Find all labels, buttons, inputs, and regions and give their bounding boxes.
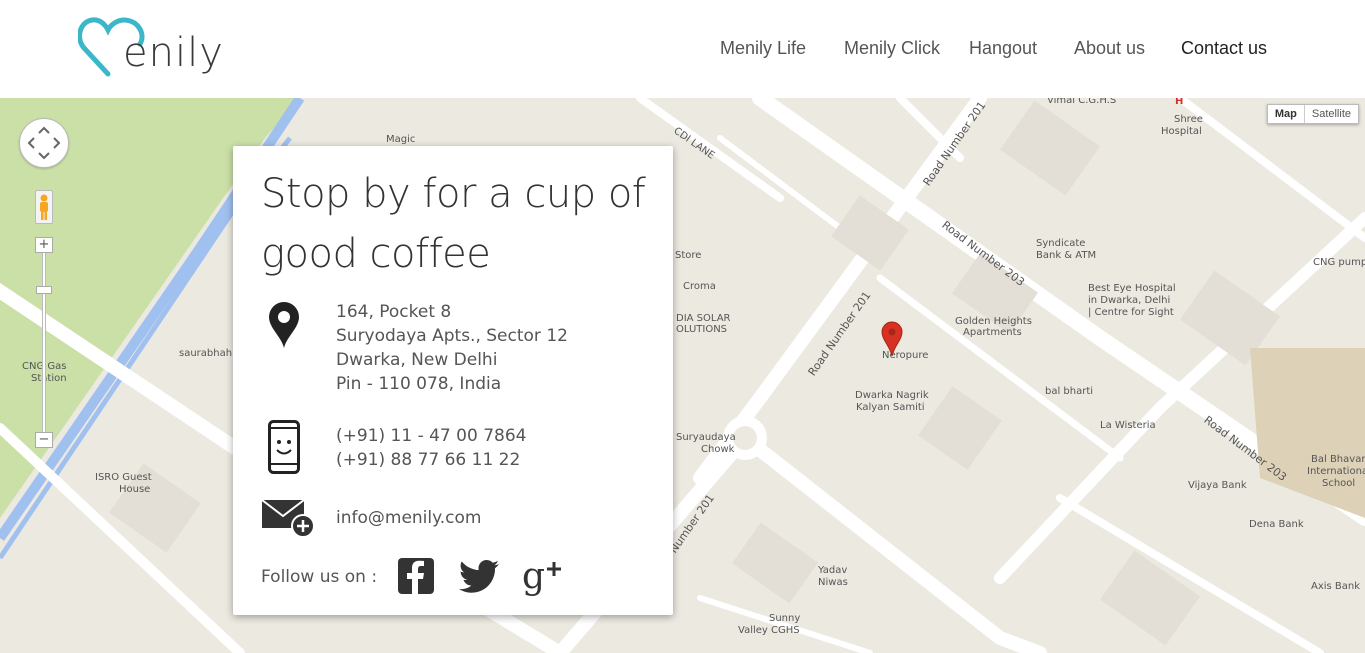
map-label: bal bharti [1045,386,1094,397]
phone-icon [268,420,300,474]
nav-about-us[interactable]: About us [1074,38,1145,59]
location-pin-icon [269,302,299,348]
zoom-out-button[interactable]: − [35,432,53,448]
map-label: Sunny [769,613,801,624]
map-label: Shree [1174,114,1203,125]
nav-menily-life[interactable]: Menily Life [720,38,806,59]
nav-contact-us[interactable]: Contact us [1181,38,1267,59]
phone-numbers: (+91) 11 - 47 00 7864 (+91) 88 77 66 11 … [336,424,526,472]
map-label: Chowk [701,444,735,455]
map-tiles [0,98,1365,653]
card-title: Stop by for a cup of good coffee [261,171,646,277]
map-label: OLUTIONS [676,324,728,335]
phone-number[interactable]: (+91) 88 77 66 11 22 [336,448,526,472]
pan-control-icon [27,126,61,160]
facebook-icon[interactable] [398,558,434,594]
address-line: Suryodaya Apts., Sector 12 [336,326,568,346]
map-label: ISRO Guest [95,472,152,483]
map-type-control: Map Satellite [1266,104,1359,124]
map-label: Dena Bank [1249,519,1304,530]
address: 164, Pocket 8 Suryodaya Apts., Sector 12… [336,300,568,396]
map-label: saurabhah [179,348,233,359]
map-label: Station [31,373,67,384]
map-label: Croma [683,281,716,292]
twitter-icon[interactable] [459,560,499,594]
map-label: Syndicate [1036,238,1086,249]
svg-text:g: g [522,556,545,596]
hospital-icon: H [1175,98,1184,107]
map-label: Apartments [963,327,1022,338]
phone-number[interactable]: (+91) 11 - 47 00 7864 [336,424,526,448]
map-label: Dwarka Nagrik [855,390,929,401]
map-label: Axis Bank [1311,581,1361,592]
map-label: La Wisteria [1100,420,1156,431]
google-plus-icon[interactable]: g [522,556,564,596]
pan-control[interactable] [19,118,69,168]
nav-hangout[interactable]: Hangout [969,38,1037,59]
map-label: Best Eye Hospital [1088,283,1176,294]
contact-card: Stop by for a cup of good coffee 164, Po… [233,146,673,615]
google-map[interactable]: Magic Vimal C.G.H.S H Shree Hospital CDI… [0,98,1365,653]
map-label: Niwas [818,577,848,588]
nav-menily-click[interactable]: Menily Click [844,38,940,59]
map-label: Kalyan Samiti [856,402,925,413]
map-label: Magic [386,134,416,145]
map-label: Yadav [818,565,848,576]
pegman-icon[interactable] [35,190,53,224]
pegman-figure [40,194,48,220]
map-label: Bal Bhavan [1311,454,1365,465]
map-label: Valley CGHS [738,625,800,636]
map-label: International [1307,466,1365,477]
map-label: CNG pump [1313,257,1365,268]
map-label: Vimal C.G.H.S [1047,98,1117,106]
site-header: enily Menily Life Menily Click Hangout A… [0,0,1365,98]
map-label: | Centre for Sight [1088,307,1174,318]
map-label: Vijaya Bank [1188,480,1247,491]
map-label: Store [675,250,702,261]
map-label: Bank & ATM [1036,250,1097,261]
zoom-slider-track[interactable] [42,244,46,444]
zoom-slider-thumb[interactable] [36,286,52,294]
map-label: Suryaudaya [676,432,736,443]
location-marker-icon[interactable] [880,320,904,356]
address-line: Dwarka, New Delhi [336,350,498,370]
zoom-in-button[interactable]: + [35,237,53,253]
follow-label: Follow us on : [261,567,378,587]
email-link[interactable]: info@menily.com [336,506,481,530]
map-label: Hospital [1161,126,1202,137]
main-nav: Menily Life Menily Click Hangout About u… [0,38,1365,62]
map-type-map-button[interactable]: Map [1268,105,1305,123]
map-label: House [119,484,151,495]
address-line: Pin - 110 078, India [336,374,502,394]
mail-add-icon [261,499,315,538]
map-label: School [1322,478,1356,489]
map-label: in Dwarka, Delhi [1088,295,1171,306]
map-type-satellite-button[interactable]: Satellite [1305,105,1358,123]
address-line: 164, Pocket 8 [336,302,452,322]
